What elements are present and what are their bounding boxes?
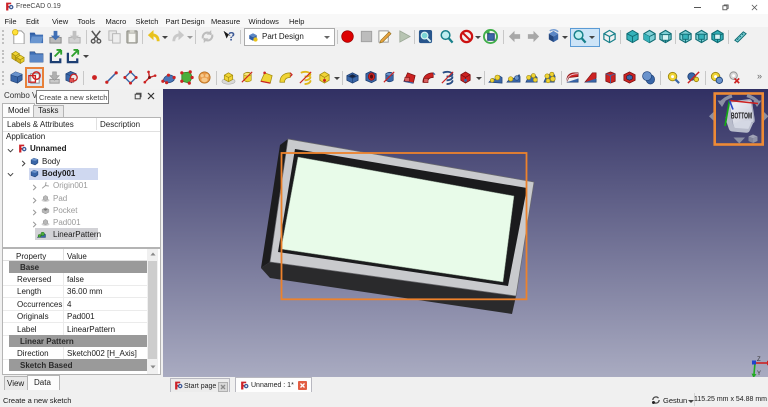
svg-text:BOTTOM: BOTTOM — [731, 112, 752, 121]
svg-text:Z: Z — [757, 357, 761, 363]
